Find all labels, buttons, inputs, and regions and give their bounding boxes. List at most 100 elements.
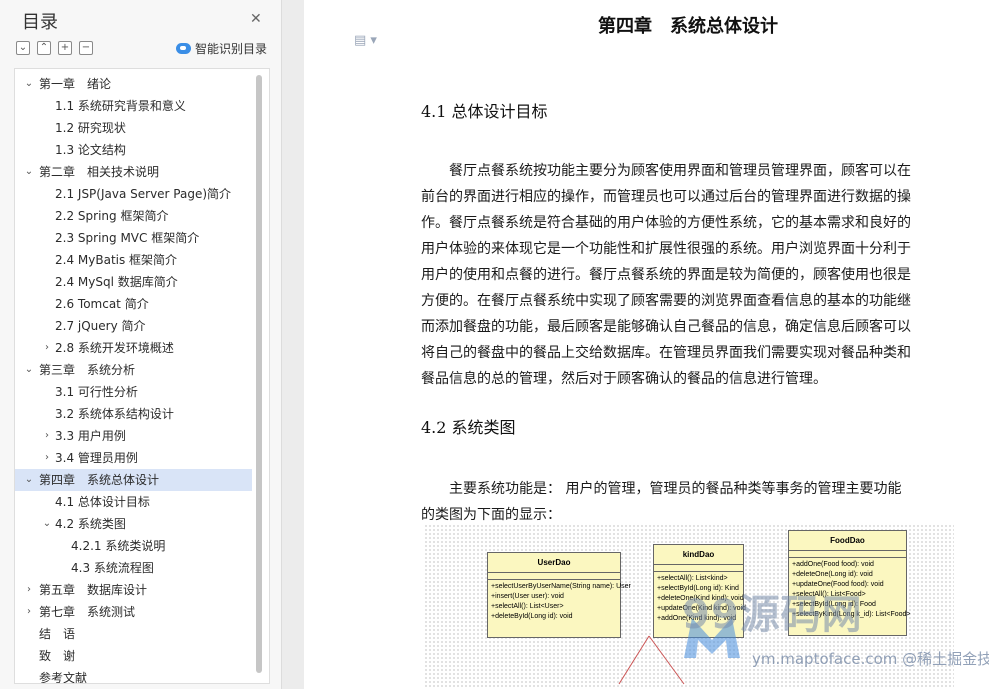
paragraph-line: 用户的使用和点餐的进行。餐厅点餐系统的界面是较为简便的，顾客使用也很是 <box>421 267 911 283</box>
collapse-all-icon[interactable]: ⌃ <box>37 41 51 55</box>
paragraph-line: 将自己的餐盘中的餐品上交给数据库。在管理员界面我们需要实现对餐品种类和 <box>421 345 911 361</box>
toc-item[interactable]: 1.3 论文结构 <box>15 139 252 161</box>
chevron-down-icon[interactable]: ⌄ <box>23 161 35 183</box>
section-title-4-1: 4.1 总体设计目标 <box>421 102 548 121</box>
toc-item[interactable]: 结 语 <box>15 623 252 645</box>
uml-class-name: UserDao <box>488 553 620 573</box>
toc-item[interactable]: 4.2.1 系统类说明 <box>15 535 252 557</box>
toc-item-label: 致 谢 <box>39 649 76 663</box>
toc-item-label: 3.2 系统体系结构设计 <box>55 407 174 421</box>
uml-class-name: FoodDao <box>789 531 906 551</box>
paragraph-line: 而添加餐盘的功能，最后顾客是能够确认自己餐品的信息，确定信息后顾客可以 <box>421 319 911 335</box>
page-gutter <box>282 0 304 689</box>
toc-item[interactable]: 1.2 研究现状 <box>15 117 252 139</box>
toc-item[interactable]: 1.1 系统研究背景和意义 <box>15 95 252 117</box>
toc-item-label: 第五章 数据库设计 <box>39 583 148 597</box>
uml-operation: +selectUserByUserName(String name): User <box>491 583 631 590</box>
toc-item-label: 第四章 系统总体设计 <box>39 473 160 487</box>
toc-item[interactable]: › 第五章 数据库设计 <box>15 579 252 601</box>
toc-list: ⌄ 第一章 绪论 1.1 系统研究背景和意义 1.2 研究现状 1.3 论文结构 ⌄ 第二章… <box>14 68 270 684</box>
toc-item-label: 第一章 绪论 <box>39 77 112 91</box>
toc-item-label: 2.7 jQuery 简介 <box>55 319 146 333</box>
uml-class-attributes <box>789 551 906 558</box>
toc-item[interactable]: ⌄ 第一章 绪论 <box>15 73 252 95</box>
toc-item-label: 参考文献 <box>39 671 88 684</box>
toc-item[interactable]: 致 谢 <box>15 645 252 667</box>
toc-item[interactable]: 3.2 系统体系结构设计 <box>15 403 252 425</box>
chevron-down-icon[interactable]: ⌄ <box>23 469 35 491</box>
toc-item-label: 4.2 系统类图 <box>55 517 126 531</box>
toc-item[interactable]: ⌄ 第四章 系统总体设计 <box>15 469 252 491</box>
toc-item[interactable]: ⌄ 第二章 相关技术说明 <box>15 161 252 183</box>
toc-item-label: 3.1 可行性分析 <box>55 385 138 399</box>
toc-item-label: 4.3 系统流程图 <box>71 561 154 575</box>
chevron-right-icon[interactable]: › <box>23 579 35 601</box>
toc-item[interactable]: 2.2 Spring 框架简介 <box>15 205 252 227</box>
toc-item-label: 1.3 论文结构 <box>55 143 126 157</box>
toc-item[interactable]: ⌄ 第三章 系统分析 <box>15 359 252 381</box>
toc-item[interactable]: ⌄ 4.2 系统类图 <box>15 513 252 535</box>
uml-operation: +selectAll(): List<User> <box>491 603 564 610</box>
sidebar-title: 目录 <box>22 12 58 33</box>
connector-line <box>618 635 650 685</box>
toc-item[interactable]: 3.1 可行性分析 <box>15 381 252 403</box>
smart-ai-icon <box>176 43 191 54</box>
uml-operation: +deleteOne(Long id): void <box>792 571 873 578</box>
toc-item[interactable]: › 3.4 管理员用例 <box>15 447 252 469</box>
toc-item-label: 4.2.1 系统类说明 <box>71 539 166 553</box>
paragraph-line: 的类图为下面的显示： <box>421 507 561 523</box>
toc-item[interactable]: 2.6 Tomcat 简介 <box>15 293 252 315</box>
doc-format-icon[interactable]: ▤ ▾ <box>354 33 377 48</box>
toc-item-label: 2.4 MySql 数据库简介 <box>55 275 178 289</box>
toc-item[interactable]: › 第七章 系统测试 <box>15 601 252 623</box>
section-title-4-2: 4.2 系统类图 <box>421 418 516 437</box>
chevron-down-icon[interactable]: ⌄ <box>23 73 35 95</box>
paragraph-line: 用户体验的来体现它是一个功能性和扩展性很强的系统。用户浏览界面十分利于 <box>421 241 911 257</box>
connector-line <box>648 635 685 685</box>
uml-class-attributes <box>488 573 620 580</box>
toc-item[interactable]: 2.3 Spring MVC 框架简介 <box>15 227 252 249</box>
chevron-down-icon[interactable]: ⌄ <box>23 359 35 381</box>
toc-item[interactable]: 2.7 jQuery 简介 <box>15 315 252 337</box>
toc-sidebar: 目录 ✕ ⌄ ⌃ + − 智能识别目录 ⌄ 第一章 绪论 1.1 系统研究背景和意义… <box>0 0 282 689</box>
toc-item-label: 第二章 相关技术说明 <box>39 165 160 179</box>
smart-toc-button[interactable]: 智能识别目录 <box>176 40 267 57</box>
paragraph-line: 餐品信息的总的管理，然后对于顾客确认的餐品的信息进行管理。 <box>421 371 827 387</box>
uml-class-userdao: UserDao +selectUserByUserName(String nam… <box>487 552 631 638</box>
toc-item[interactable]: 2.4 MyBatis 框架简介 <box>15 249 252 271</box>
chevron-right-icon[interactable]: › <box>41 337 53 359</box>
expand-all-icon[interactable]: ⌄ <box>16 41 30 55</box>
sidebar-toolbar: ⌄ ⌃ + − <box>16 41 93 55</box>
toc-item-label: 结 语 <box>39 627 76 641</box>
toc-item[interactable]: 4.3 系统流程图 <box>15 557 252 579</box>
watermark-subtitle: ym.maptoface.com @稀土掘金技术社区 <box>752 650 989 668</box>
toc-item[interactable]: › 2.8 系统开发环境概述 <box>15 337 252 359</box>
watermark-brand: 99源码网 <box>682 592 863 638</box>
uml-operation: +insert(User user): void <box>491 593 564 600</box>
toc-item[interactable]: 2.4 MySql 数据库简介 <box>15 271 252 293</box>
paragraph-line: 前台的界面进行相应的操作，而管理员也可以通过后台的管理界面进行数据的操 <box>421 189 911 205</box>
uml-operation: +deleteById(Long id): void <box>491 613 573 620</box>
paragraph-line: 方便的。在餐厅点餐系统中实现了顾客需要的浏览界面查看信息的基本的功能继 <box>421 293 911 309</box>
chevron-down-icon[interactable]: ⌄ <box>41 513 53 535</box>
chevron-right-icon[interactable]: › <box>41 425 53 447</box>
toc-scrollbar[interactable] <box>256 73 262 673</box>
smart-toc-label: 智能识别目录 <box>195 42 268 56</box>
chevron-right-icon[interactable]: › <box>23 601 35 623</box>
toc-item-label: 4.1 总体设计目标 <box>55 495 150 509</box>
close-icon[interactable]: ✕ <box>250 11 262 27</box>
toc-item[interactable]: › 3.3 用户用例 <box>15 425 252 447</box>
chevron-right-icon[interactable]: › <box>41 447 53 469</box>
toc-item-label: 2.1 JSP(Java Server Page)简介 <box>55 187 232 201</box>
toc-item[interactable]: 4.1 总体设计目标 <box>15 491 252 513</box>
toc-item-label: 2.6 Tomcat 简介 <box>55 297 149 311</box>
remove-heading-icon[interactable]: − <box>79 41 93 55</box>
toc-item-label: 1.1 系统研究背景和意义 <box>55 99 186 113</box>
add-heading-icon[interactable]: + <box>58 41 72 55</box>
toc-item-label: 3.4 管理员用例 <box>55 451 138 465</box>
toc-scrollbar-thumb[interactable] <box>256 75 262 673</box>
toc-item-label: 第三章 系统分析 <box>39 363 136 377</box>
toc-item[interactable]: 2.1 JSP(Java Server Page)简介 <box>15 183 252 205</box>
toc-item[interactable]: 参考文献 <box>15 667 252 684</box>
paragraph-line: 主要系统功能是： 用户的管理，管理员的餐品种类等事务的管理主要功能 <box>421 481 902 497</box>
